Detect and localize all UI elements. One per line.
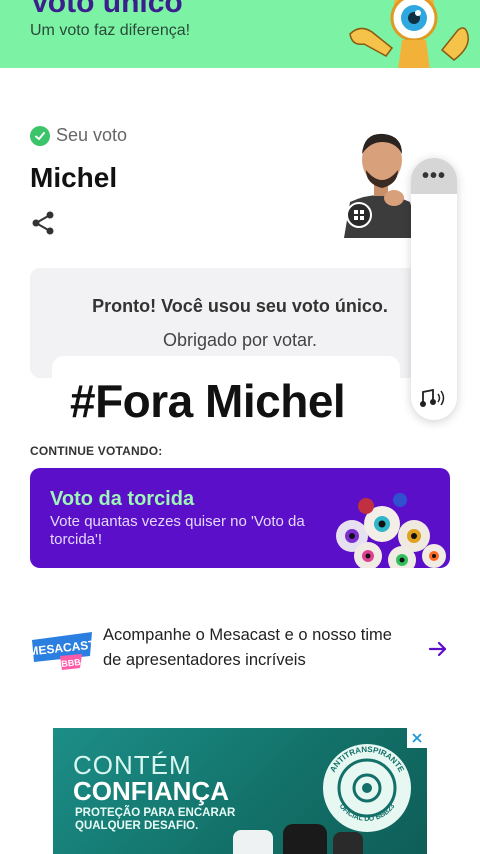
share-icon[interactable] <box>30 210 56 236</box>
check-icon <box>30 125 50 146</box>
voto-da-torcida-title: Voto da torcida <box>50 488 195 510</box>
confirmation-subtitle: Obrigado por votar. <box>162 330 318 350</box>
arrow-right-icon[interactable] <box>428 640 448 658</box>
mesacast-text: Acompanhe o Mesacast e o nosso time de a… <box>103 626 392 669</box>
advertisement-banner[interactable]: CONTÉM CONFIANÇA PROTEÇÃO PARA ENCARAR Q… <box>53 728 427 854</box>
continue-voting-label: CONTINUE VOTANDO: <box>30 444 163 458</box>
header-title: Voto único <box>30 0 183 19</box>
sound-icon[interactable] <box>419 386 449 410</box>
eyes-crowd-illustration <box>336 493 446 568</box>
mesacast-logo: MESACAST BBB <box>30 632 94 670</box>
photo-badge-icon <box>346 202 372 228</box>
candidate-name: Michel <box>30 162 118 193</box>
floating-side-panel: ••• <box>411 158 457 420</box>
more-icon[interactable]: ••• <box>411 158 457 194</box>
header-banner: Voto único Um voto faz diferença! <box>0 0 480 68</box>
close-icon[interactable] <box>407 728 427 748</box>
ad-products <box>233 824 363 854</box>
header-subtitle: Um voto faz diferença! <box>30 22 191 39</box>
confirmation-title: Pronto! Você usou seu voto único. <box>92 296 388 316</box>
mesacast-logo-subtext: BBB <box>61 657 82 669</box>
mascot-eye-illustration <box>349 0 469 68</box>
mesacast-link[interactable]: MESACAST BBB Acompanhe o Mesacast e o no… <box>30 618 450 680</box>
overlay-caption-text: #Fora Michel <box>70 375 346 427</box>
voto-da-torcida-card[interactable]: Voto da torcida Vote quantas vezes quise… <box>30 468 450 568</box>
your-vote-text: Seu voto <box>56 125 128 145</box>
your-vote-label: Seu voto <box>30 125 127 146</box>
ad-headline-2: CONFIANÇA <box>73 776 229 806</box>
voto-da-torcida-subtitle: Vote quantas vezes quiser no 'Voto da to… <box>50 513 305 548</box>
